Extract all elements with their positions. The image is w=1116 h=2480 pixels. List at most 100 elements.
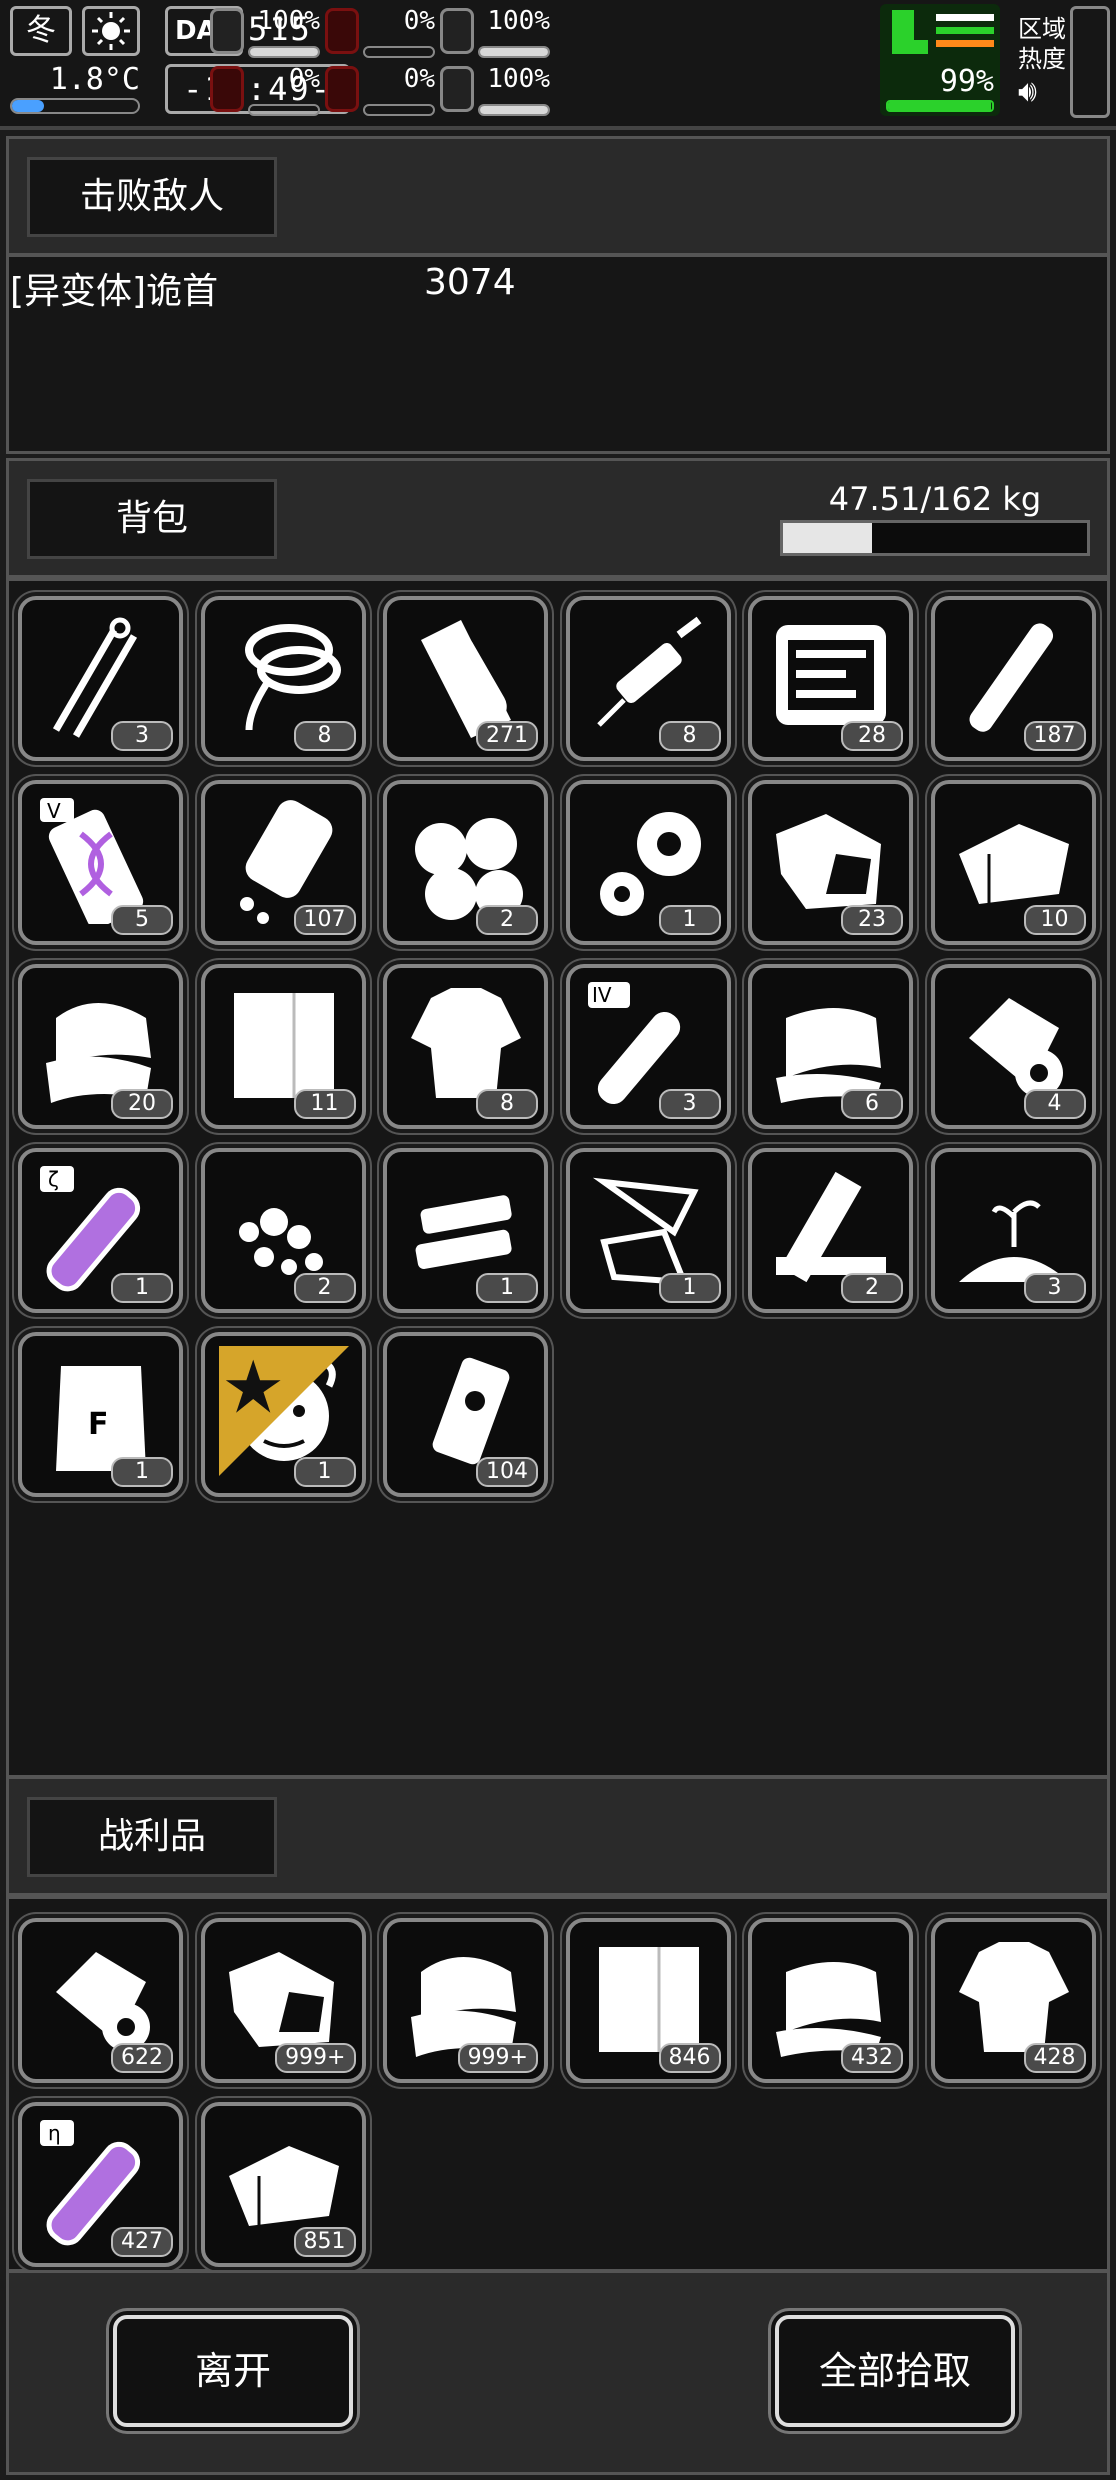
- item-count: 11: [293, 1089, 356, 1119]
- stat-bar: [248, 104, 320, 116]
- stat-pill: 100%: [440, 6, 550, 60]
- loot-tab[interactable]: 战利品: [27, 1797, 277, 1877]
- stat-bar-fill: [480, 48, 548, 56]
- season-indicator: 冬: [10, 6, 72, 56]
- backpack-item[interactable]: 23: [748, 780, 913, 945]
- defeated-enemies-tab[interactable]: 击败敌人: [27, 157, 277, 237]
- backpack-item[interactable]: 4: [930, 964, 1096, 1129]
- loot-item[interactable]: 432: [748, 1918, 913, 2083]
- backpack-item[interactable]: 2: [748, 1148, 913, 1313]
- boot-icon: [892, 10, 994, 54]
- loot-header-panel: 战利品: [6, 1776, 1110, 1896]
- backpack-item[interactable]: 6: [748, 964, 913, 1129]
- item-count: 5: [111, 905, 173, 935]
- stamina-bar-fill: [888, 102, 991, 110]
- backpack-item[interactable]: 8: [383, 964, 548, 1129]
- item-count: 999+: [275, 2043, 356, 2073]
- loot-item[interactable]: 846: [565, 1918, 731, 2083]
- blood-drop-icon: [325, 66, 359, 112]
- backpack-item[interactable]: 3: [18, 596, 183, 761]
- backpack-item[interactable]: 1: [383, 1148, 548, 1313]
- svg-text:F: F: [88, 1407, 109, 1442]
- stat-stomach: 0%: [325, 6, 435, 60]
- backpack-item[interactable]: 187: [930, 596, 1096, 761]
- enemy-score: 3074: [424, 262, 516, 303]
- speaker-icon[interactable]: 🔊︎: [1018, 74, 1066, 110]
- item-count: 999+: [457, 2043, 538, 2073]
- item-count: 1: [476, 1273, 538, 1303]
- enemy-name: [异变体]诡首: [10, 271, 219, 312]
- item-count: 427: [111, 2227, 173, 2257]
- backpack-item[interactable]: 104: [383, 1332, 548, 1497]
- stat-value: 100%: [257, 6, 320, 36]
- status-bar: 冬 1.8°C DAY 515 -17:49- 100% 0% 100% 0% 0% 10…: [0, 0, 1116, 130]
- backpack-item[interactable]: 2: [383, 780, 548, 945]
- stat-value: 0%: [288, 64, 320, 94]
- backpack-item[interactable]: 271: [383, 596, 548, 761]
- svg-text:V: V: [47, 799, 61, 823]
- item-count: 3: [658, 1089, 721, 1119]
- backpack-tab[interactable]: 背包: [27, 479, 277, 559]
- item-count: 104: [476, 1457, 538, 1487]
- item-count: 1: [111, 1273, 173, 1303]
- defeated-header-panel: 击败敌人: [6, 136, 1110, 256]
- take-all-button[interactable]: 全部拾取: [775, 2315, 1015, 2427]
- backpack-item[interactable]: 3: [930, 1148, 1096, 1313]
- brain-icon: [210, 66, 244, 112]
- stat-bar: [478, 46, 550, 58]
- loot-item[interactable]: 999+: [383, 1918, 548, 2083]
- stat-bar: [363, 46, 435, 58]
- stat-blood-drop: 0%: [325, 64, 435, 118]
- item-count: 107: [293, 905, 356, 935]
- item-count: 271: [476, 721, 538, 751]
- footer-bar: 离开 全部拾取: [6, 2270, 1110, 2475]
- loot-item[interactable]: 428: [930, 1918, 1096, 2083]
- loot-item[interactable]: 622: [18, 1918, 183, 2083]
- loot-item[interactable]: 851: [200, 2102, 366, 2267]
- stomach-icon: [325, 8, 359, 54]
- svg-text:ζ: ζ: [48, 1167, 59, 1191]
- region-heat-bar: [1070, 6, 1110, 118]
- heat-label: 热度: [1018, 45, 1066, 73]
- backpack-item[interactable]: V5: [18, 780, 183, 945]
- temperature-bar: [10, 98, 140, 114]
- backpack-grid: 3 8 271 8 28 187 V 5 107 2 1 23 10 20 11 8 IV 3 6 4 ζ 1 2 1 1 2 3 F…: [18, 596, 1096, 1497]
- leave-button[interactable]: 离开: [113, 2315, 353, 2427]
- stat-bar: [363, 104, 435, 116]
- item-count: 1: [658, 905, 721, 935]
- stat-bar-fill: [480, 106, 548, 114]
- backpack-item[interactable]: 28: [748, 596, 913, 761]
- loot-item[interactable]: η 427: [18, 2102, 183, 2267]
- item-count: 428: [1023, 2043, 1086, 2073]
- temperature-readout: 1.8°C: [49, 62, 140, 97]
- item-count: 8: [658, 721, 721, 751]
- item-count: 851: [293, 2227, 356, 2257]
- weight-bar-fill: [783, 523, 873, 553]
- item-count: 622: [111, 2043, 173, 2073]
- backpack-item[interactable]: ζ1: [18, 1148, 183, 1313]
- backpack-item[interactable]: 1: [565, 780, 731, 945]
- weight-bar: [780, 520, 1090, 556]
- backpack-item[interactable]: 1: [565, 1148, 731, 1313]
- backpack-item[interactable]: F1: [18, 1332, 183, 1497]
- backpack-item[interactable]: IV 3: [565, 964, 731, 1129]
- stat-heart: 100%: [440, 64, 550, 118]
- temperature-bar-fill: [12, 100, 44, 112]
- backpack-item[interactable]: 8: [200, 596, 366, 761]
- backpack-item[interactable]: 8: [565, 596, 731, 761]
- item-count: 1: [658, 1273, 721, 1303]
- loot-item[interactable]: 999+: [200, 1918, 366, 2083]
- backpack-item[interactable]: 11: [200, 964, 366, 1129]
- backpack-item[interactable]: 20: [18, 964, 183, 1129]
- stat-bar: [478, 104, 550, 116]
- region-label: 区域: [1018, 15, 1066, 43]
- stamina-value: 99%: [939, 64, 994, 99]
- backpack-item[interactable]: 2: [200, 1148, 366, 1313]
- pill-icon: [440, 8, 474, 54]
- stat-value: 0%: [403, 6, 435, 36]
- backpack-item[interactable]: 1: [200, 1332, 366, 1497]
- backpack-item[interactable]: 107: [200, 780, 366, 945]
- stat-medkit: 100%: [210, 6, 320, 60]
- weight-readout: 47.51/162 kg: [828, 480, 1042, 518]
- backpack-item[interactable]: 10: [930, 780, 1096, 945]
